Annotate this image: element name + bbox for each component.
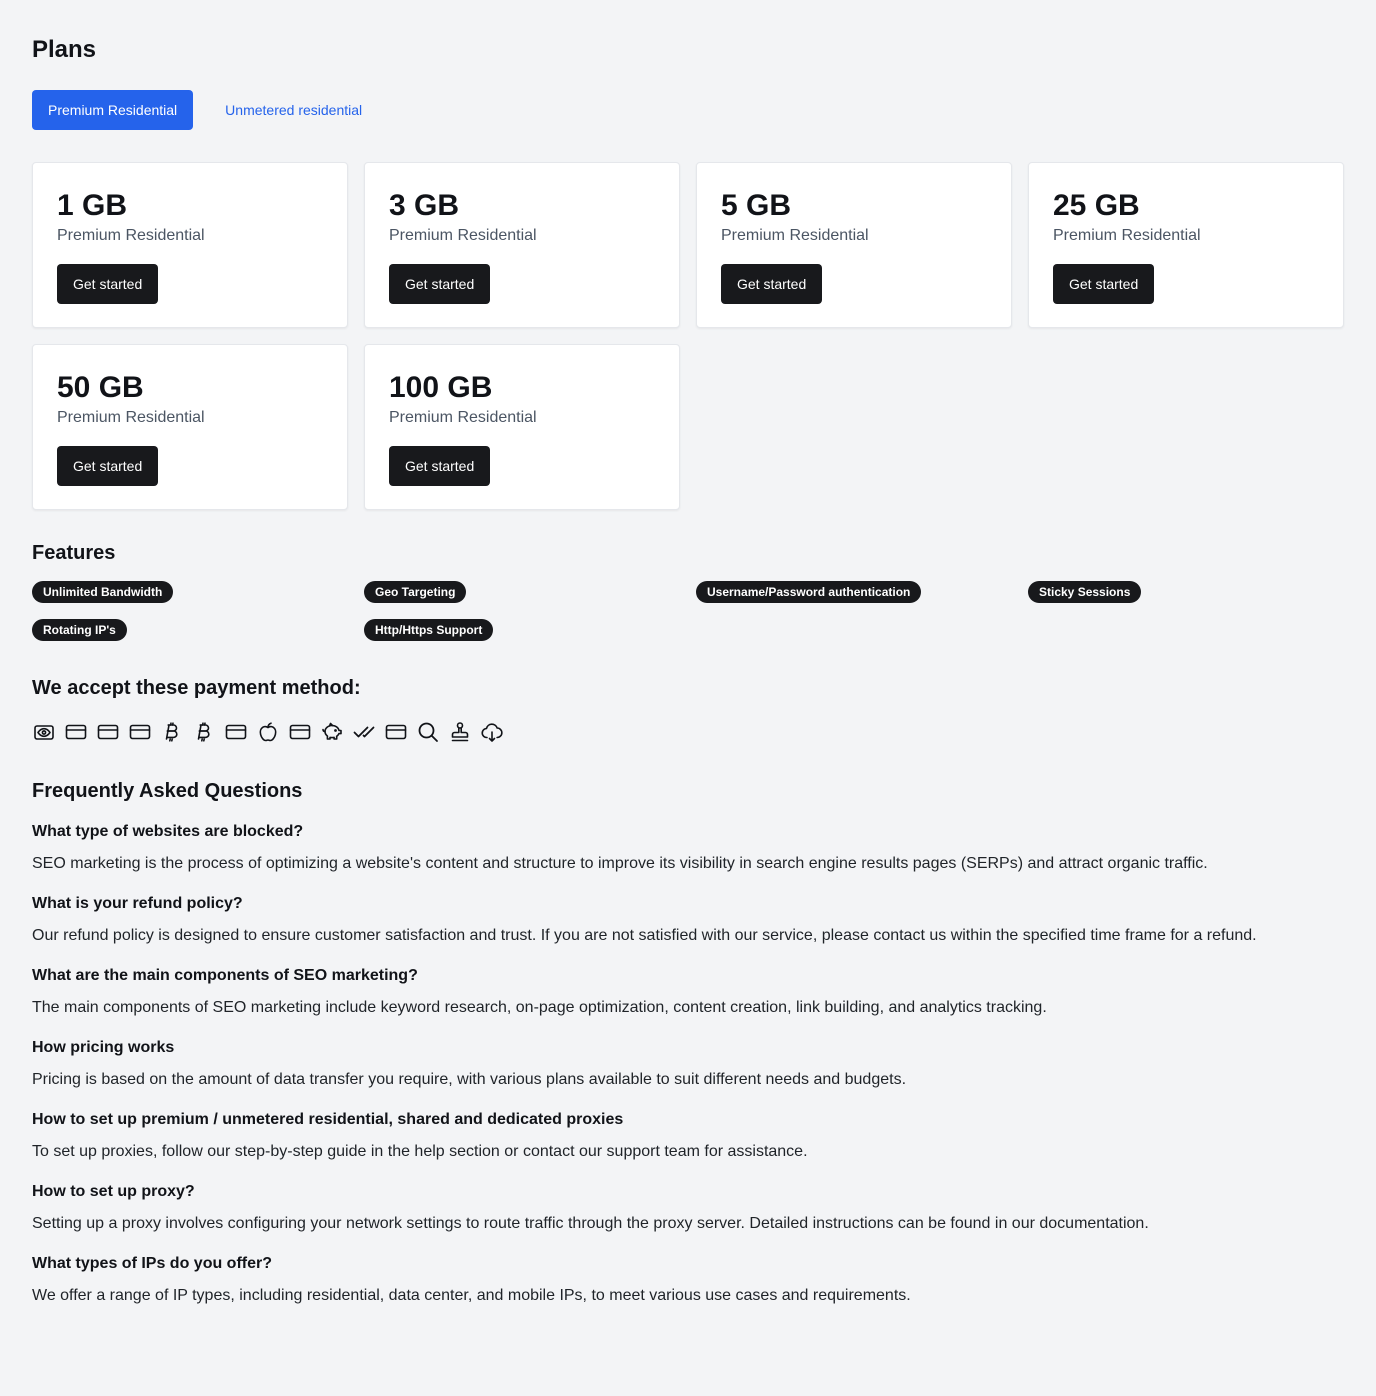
faq-question: How pricing works xyxy=(32,1039,175,1056)
faq-answer: Our refund policy is designed to ensure … xyxy=(32,927,1257,944)
tab-premium-residential[interactable]: Premium Residential xyxy=(32,90,194,130)
plan-size: 1 GB xyxy=(57,189,128,222)
faq-answer: The main components of SEO marketing inc… xyxy=(32,999,1047,1016)
payment-title: We accept these payment method: xyxy=(32,677,361,699)
plan-name: Premium Residential xyxy=(57,227,205,244)
credit-card-icon xyxy=(64,720,88,744)
faq-answer: To set up proxies, follow our step-by-st… xyxy=(32,1143,808,1160)
plan-name: Premium Residential xyxy=(721,227,869,244)
feature-badge: Rotating IP's xyxy=(32,619,127,641)
faq-question: What type of websites are blocked? xyxy=(32,823,304,840)
plan-card-1gb: 1 GB Premium Residential Get started xyxy=(32,162,348,328)
plan-size: 50 GB xyxy=(57,371,144,404)
plan-name: Premium Residential xyxy=(389,409,537,426)
get-started-button[interactable]: Get started xyxy=(57,264,159,304)
credit-card-icon xyxy=(128,720,152,744)
faq-answer: Pricing is based on the amount of data t… xyxy=(32,1071,907,1088)
faq-item: What type of websites are blocked? SEO m… xyxy=(32,820,1344,876)
plan-size: 3 GB xyxy=(389,189,460,222)
feature-badge: Http/Https Support xyxy=(364,619,494,641)
feature-list: Unlimited Bandwidth Geo Targeting Userna… xyxy=(32,581,1344,641)
plan-tabs: Premium Residential Unmetered residentia… xyxy=(32,90,1344,130)
money-eye-icon xyxy=(32,720,56,744)
double-check-icon xyxy=(352,720,376,744)
faq-item: How pricing works Pricing is based on th… xyxy=(32,1036,1344,1092)
apple-icon xyxy=(256,720,280,744)
feature-badge: Unlimited Bandwidth xyxy=(32,581,174,603)
get-started-button[interactable]: Get started xyxy=(57,446,159,486)
faq-answer: We offer a range of IP types, including … xyxy=(32,1287,911,1304)
feature-badge: Sticky Sessions xyxy=(1028,581,1142,603)
plan-name: Premium Residential xyxy=(389,227,537,244)
faq-answer: SEO marketing is the process of optimizi… xyxy=(32,855,1208,872)
plan-grid: 1 GB Premium Residential Get started 3 G… xyxy=(32,162,1344,510)
plan-size: 25 GB xyxy=(1053,189,1140,222)
bitcoin-icon xyxy=(160,720,184,744)
credit-card-icon xyxy=(224,720,248,744)
plan-card-50gb: 50 GB Premium Residential Get started xyxy=(32,344,348,510)
get-started-button[interactable]: Get started xyxy=(389,264,491,304)
faq-item: What are the main components of SEO mark… xyxy=(32,964,1344,1020)
get-started-button[interactable]: Get started xyxy=(389,446,491,486)
faq-question: What is your refund policy? xyxy=(32,895,243,912)
stamp-icon xyxy=(448,720,472,744)
piggy-bank-icon xyxy=(320,720,344,744)
cloud-icon xyxy=(480,720,504,744)
credit-card-icon xyxy=(96,720,120,744)
credit-card-icon xyxy=(384,720,408,744)
credit-card-icon xyxy=(288,720,312,744)
faq-question: What are the main components of SEO mark… xyxy=(32,967,418,984)
plan-card-25gb: 25 GB Premium Residential Get started xyxy=(1028,162,1344,328)
plan-card-3gb: 3 GB Premium Residential Get started xyxy=(364,162,680,328)
tab-unmetered-residential[interactable]: Unmetered residential xyxy=(209,90,378,130)
bitcoin-icon xyxy=(192,720,216,744)
faq-title: Frequently Asked Questions xyxy=(32,780,303,802)
faq-list: What type of websites are blocked? SEO m… xyxy=(32,820,1344,1308)
faq-question: How to set up premium / unmetered reside… xyxy=(32,1111,624,1128)
plans-page: Plans Premium Residential Unmetered resi… xyxy=(0,0,1376,1308)
payment-methods xyxy=(32,720,1344,744)
faq-item: What is your refund policy? Our refund p… xyxy=(32,892,1344,948)
plan-size: 5 GB xyxy=(721,189,792,222)
plan-name: Premium Residential xyxy=(57,409,205,426)
faq-item: What types of IPs do you offer? We offer… xyxy=(32,1252,1344,1308)
faq-question: What types of IPs do you offer? xyxy=(32,1255,273,1272)
features-title: Features xyxy=(32,542,116,564)
faq-answer: Setting up a proxy involves configuring … xyxy=(32,1215,1149,1232)
faq-item: How to set up proxy? Setting up a proxy … xyxy=(32,1180,1344,1236)
plan-size: 100 GB xyxy=(389,371,493,404)
search-icon xyxy=(416,720,440,744)
faq-item: How to set up premium / unmetered reside… xyxy=(32,1108,1344,1164)
get-started-button[interactable]: Get started xyxy=(1053,264,1155,304)
plan-card-100gb: 100 GB Premium Residential Get started xyxy=(364,344,680,510)
get-started-button[interactable]: Get started xyxy=(721,264,823,304)
feature-badge: Geo Targeting xyxy=(364,581,467,603)
plan-card-5gb: 5 GB Premium Residential Get started xyxy=(696,162,1012,328)
plan-name: Premium Residential xyxy=(1053,227,1201,244)
page-title: Plans xyxy=(32,36,97,63)
feature-badge: Username/Password authentication xyxy=(696,581,922,603)
faq-question: How to set up proxy? xyxy=(32,1183,195,1200)
